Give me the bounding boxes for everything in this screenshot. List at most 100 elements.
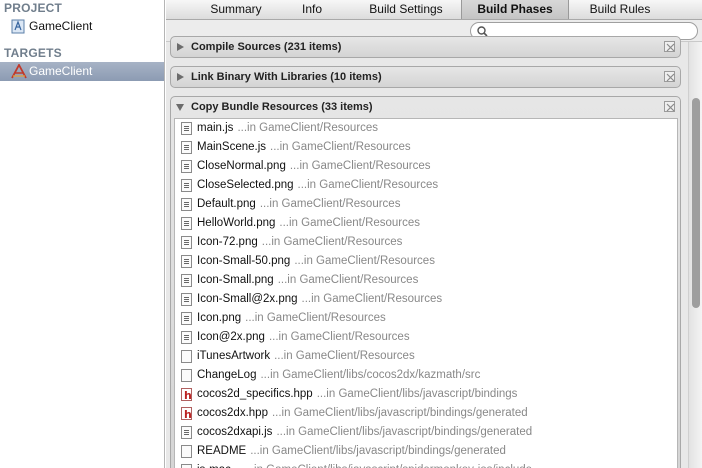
list-item[interactable]: Icon@2x.png ...in GameClient/Resources bbox=[175, 328, 677, 347]
editor-area: Summary Info Build Settings Build Phases… bbox=[166, 0, 702, 468]
phase-link-binary-header[interactable]: Link Binary With Libraries (10 items) bbox=[171, 67, 680, 87]
file-location: ...in GameClient/libs/javascript/binding… bbox=[271, 407, 528, 419]
project-item-gameclient[interactable]: GameClient bbox=[0, 17, 164, 36]
file-name: Icon-Small-50.png bbox=[197, 255, 291, 267]
blank-file-icon bbox=[181, 369, 192, 382]
list-item[interactable]: MainScene.js ...in GameClient/Resources bbox=[175, 138, 677, 157]
navigator-sidebar: PROJECT GameClient TARGETS GameClient bbox=[0, 0, 165, 468]
blank-file-icon bbox=[181, 445, 192, 458]
file-location: ...in GameClient/Resources bbox=[279, 217, 421, 229]
list-item[interactable]: Icon-Small.png ...in GameClient/Resources bbox=[175, 271, 677, 290]
blank-file-icon bbox=[181, 464, 192, 468]
blank-file-icon bbox=[181, 350, 192, 363]
file-name: README bbox=[197, 445, 247, 457]
png-file-icon bbox=[181, 331, 192, 344]
target-item-gameclient[interactable]: GameClient bbox=[0, 62, 164, 81]
file-location: ...in GameClient/libs/javascript/binding… bbox=[276, 426, 533, 438]
list-item[interactable]: Icon-Small@2x.png ...in GameClient/Resour… bbox=[175, 290, 677, 309]
file-name: Icon-72.png bbox=[197, 236, 258, 248]
disclosure-triangle-collapsed-icon[interactable] bbox=[177, 73, 184, 81]
tab-info[interactable]: Info bbox=[284, 0, 340, 19]
list-item[interactable]: Icon.png ...in GameClient/Resources bbox=[175, 309, 677, 328]
file-name: Icon.png bbox=[197, 312, 242, 324]
file-location: ...in GameClient/libs/javascript/spiderm… bbox=[244, 464, 532, 468]
list-item[interactable]: iTunesArtwork ...in GameClient/Resources bbox=[175, 347, 677, 366]
list-item[interactable]: main.js ...in GameClient/Resources bbox=[175, 119, 677, 138]
js-file-icon bbox=[181, 141, 192, 154]
list-item[interactable]: Icon-Small-50.png ...in GameClient/Resour… bbox=[175, 252, 677, 271]
header-file-icon bbox=[181, 405, 192, 423]
list-item[interactable]: CloseNormal.png ...in GameClient/Resource… bbox=[175, 157, 677, 176]
delete-phase-icon[interactable] bbox=[664, 101, 675, 112]
list-item[interactable]: cocos2dxapi.js ...in GameClient/libs/java… bbox=[175, 423, 677, 442]
phase-compile-sources[interactable]: Compile Sources (231 items) bbox=[170, 36, 681, 58]
list-item[interactable]: Icon-72.png ...in GameClient/Resources bbox=[175, 233, 677, 252]
file-name: Default.png bbox=[197, 198, 256, 210]
delete-phase-icon[interactable] bbox=[664, 71, 675, 82]
file-location: ...in GameClient/Resources bbox=[268, 331, 410, 343]
phase-copy-bundle-resources-header[interactable]: Copy Bundle Resources (33 items) bbox=[171, 97, 680, 117]
file-name: cocos2d_specifics.hpp bbox=[197, 388, 313, 400]
phase-compile-sources-header[interactable]: Compile Sources (231 items) bbox=[171, 37, 680, 57]
png-file-icon bbox=[181, 274, 192, 287]
png-file-icon bbox=[181, 217, 192, 230]
file-location: ...in GameClient/Resources bbox=[237, 122, 379, 134]
phase-link-binary[interactable]: Link Binary With Libraries (10 items) bbox=[170, 66, 681, 88]
list-item[interactable]: cocos2dx.hpp...in GameClient/libs/javasc… bbox=[175, 404, 677, 423]
tab-build-phases[interactable]: Build Phases bbox=[461, 0, 569, 19]
disclosure-triangle-collapsed-icon[interactable] bbox=[177, 43, 184, 51]
list-item[interactable]: ChangeLog ...in GameClient/libs/cocos2dx/… bbox=[175, 366, 677, 385]
file-name: main.js bbox=[197, 122, 234, 134]
file-name: cocos2dx.hpp bbox=[197, 407, 268, 419]
project-section-header: PROJECT bbox=[4, 1, 63, 15]
js-file-icon bbox=[181, 122, 192, 135]
list-item[interactable]: README ...in GameClient/libs/javascript/b… bbox=[175, 442, 677, 461]
targets-section-header: TARGETS bbox=[4, 46, 62, 60]
file-name: CloseSelected.png bbox=[197, 179, 294, 191]
file-location: ...in GameClient/libs/javascript/binding… bbox=[316, 388, 518, 400]
project-item-label: GameClient bbox=[29, 19, 93, 33]
file-location: ...in GameClient/Resources bbox=[294, 255, 435, 267]
file-name: ChangeLog bbox=[197, 369, 257, 381]
file-location: ...in GameClient/Resources bbox=[301, 293, 443, 305]
tab-build-rules[interactable]: Build Rules bbox=[576, 0, 664, 19]
png-file-icon bbox=[181, 293, 192, 306]
file-name: Icon-Small.png bbox=[197, 274, 274, 286]
search-icon bbox=[477, 26, 488, 37]
file-location: ...in GameClient/Resources bbox=[277, 274, 419, 286]
png-file-icon bbox=[181, 198, 192, 211]
file-name: iTunesArtwork bbox=[197, 350, 271, 362]
xcode-project-icon bbox=[11, 19, 25, 34]
phase-title: Compile Sources (231 items) bbox=[191, 41, 342, 53]
file-location: ...in GameClient/libs/cocos2dx/kazmath/s… bbox=[260, 369, 481, 381]
png-file-icon bbox=[181, 179, 192, 192]
target-item-label: GameClient bbox=[29, 64, 93, 78]
list-item[interactable]: CloseSelected.png ...in GameClient/Resour… bbox=[175, 176, 677, 195]
file-location: ...in GameClient/Resources bbox=[289, 160, 431, 172]
disclosure-triangle-expanded-icon[interactable] bbox=[176, 104, 184, 111]
list-item[interactable]: cocos2d_specifics.hpp...in GameClient/li… bbox=[175, 385, 677, 404]
tab-summary[interactable]: Summary bbox=[196, 0, 276, 19]
file-name: HelloWorld.png bbox=[197, 217, 276, 229]
delete-phase-icon[interactable] bbox=[664, 41, 675, 52]
list-item[interactable]: Default.png ...in GameClient/Resources bbox=[175, 195, 677, 214]
vertical-scrollbar[interactable] bbox=[688, 42, 702, 468]
file-location: ...in GameClient/Resources bbox=[270, 141, 411, 153]
file-location: ...in GameClient/Resources bbox=[259, 198, 401, 210]
scrollbar-thumb[interactable] bbox=[692, 98, 700, 308]
file-name: cocos2dxapi.js bbox=[197, 426, 273, 438]
file-name: Icon-Small@2x.png bbox=[197, 293, 298, 305]
editor-tab-bar: Summary Info Build Settings Build Phases… bbox=[166, 0, 702, 20]
phase-copy-bundle-resources[interactable]: Copy Bundle Resources (33 items) main.js… bbox=[170, 96, 681, 468]
file-location: ...in GameClient/Resources bbox=[261, 236, 403, 248]
file-location: ...in GameClient/libs/javascript/binding… bbox=[250, 445, 506, 457]
phase-title: Link Binary With Libraries (10 items) bbox=[191, 71, 382, 83]
file-name: Icon@2x.png bbox=[197, 331, 265, 343]
list-item[interactable]: js-mac... ...in GameClient/libs/javascrip… bbox=[175, 461, 677, 468]
list-item[interactable]: HelloWorld.png ...in GameClient/Resources bbox=[175, 214, 677, 233]
resource-file-list: main.js ...in GameClient/Resources MainSce… bbox=[174, 118, 678, 468]
js-file-icon bbox=[181, 426, 192, 439]
file-location: ...in GameClient/Resources bbox=[245, 312, 386, 324]
tab-build-settings[interactable]: Build Settings bbox=[350, 0, 462, 19]
header-file-icon bbox=[181, 386, 192, 404]
